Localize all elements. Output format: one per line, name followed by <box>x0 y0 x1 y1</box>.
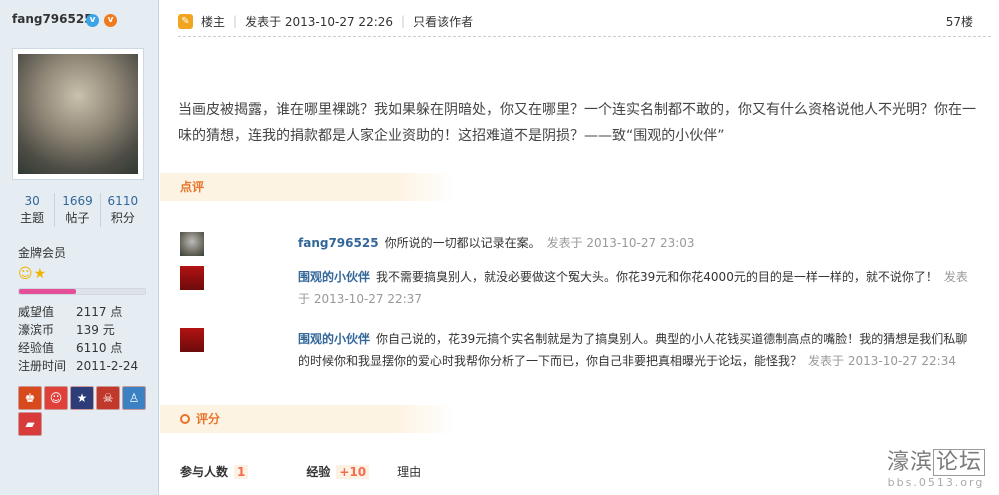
medal-1-icon[interactable]: ♚ <box>18 386 42 410</box>
comment-time: 发表于 2013-10-27 23:03 <box>546 236 695 250</box>
vip-icon[interactable]: v <box>104 14 117 27</box>
stat-topics[interactable]: 30 主题 <box>10 193 56 227</box>
watermark-name: 濠滨 <box>886 450 933 475</box>
info-value: 2011-2-24 <box>76 359 139 373</box>
medal-list: ♚ ☺ ★ ☠ ♙ ▰ <box>18 386 150 436</box>
comment-text: 围观的小伙伴 你自己说的，花39元搞个实名制就是为了搞臭别人。典型的小人花钱买道德… <box>298 328 969 372</box>
stat-points[interactable]: 6110 积分 <box>101 193 145 227</box>
floor-number[interactable]: 57楼 <box>946 13 973 30</box>
info-value: 6110 点 <box>76 341 123 355</box>
medal-2-icon[interactable]: ☺ <box>44 386 68 410</box>
watermark-url: bbs.0513.org <box>887 476 985 489</box>
comment-text: 围观的小伙伴 我不需要搞臭别人，就没必要做这个冤大头。你花39元和你花4000元的… <box>298 266 969 310</box>
info-key: 注册时间 <box>18 359 67 373</box>
medal-3-icon[interactable]: ★ <box>70 386 94 410</box>
avatar-image <box>18 54 138 174</box>
comment-author[interactable]: 围观的小伙伴 <box>298 332 370 346</box>
stat-points-value[interactable]: 6110 <box>101 193 145 209</box>
rank-stars-icon: ☺★ <box>18 266 48 282</box>
stat-topics-label: 主题 <box>20 211 45 225</box>
post-header: ✎ 楼主 | 发表于 2013-10-27 22:26 | 只看该作者 57楼 <box>178 10 973 32</box>
participants-count[interactable]: 1 <box>234 464 249 479</box>
comment-avatar[interactable] <box>180 266 204 290</box>
verified-icon[interactable]: v <box>86 14 99 27</box>
author-tag: 楼主 <box>201 14 226 29</box>
author-username[interactable]: fang796525 <box>12 12 93 26</box>
divider: | <box>233 14 238 28</box>
medal-6-icon[interactable]: ▰ <box>18 412 42 436</box>
author-stats: 30 主题 1669 帖子 6110 积分 <box>10 193 145 227</box>
stat-posts-label: 帖子 <box>65 211 90 225</box>
exp-value: +10 <box>336 464 370 479</box>
comment-avatar[interactable] <box>180 232 204 256</box>
stat-points-label: 积分 <box>110 211 135 225</box>
comment-time: 发表于 2013-10-27 22:34 <box>808 354 956 368</box>
info-key: 经验值 <box>18 341 55 355</box>
rating-table-header: 参与人数 1 经验 +10 理由 <box>180 463 421 480</box>
post-time: 发表于 2013-10-27 22:26 <box>245 14 394 29</box>
participants-label: 参与人数 <box>180 465 229 479</box>
post-content: 当画皮被揭露，谁在哪里裸跳？我如果躲在阴暗处，你又在哪里？一个连实名制都不敢的，… <box>178 102 976 144</box>
stat-topics-value[interactable]: 30 <box>10 193 54 209</box>
info-key: 濠滨币 <box>18 323 55 337</box>
watermark-box: 论坛 <box>933 449 986 476</box>
user-rank[interactable]: 金牌会员 <box>18 244 66 261</box>
user-info: 威望值 2117 点 濠滨币 139 元 经验值 6110 点 注册时间 201… <box>18 303 138 375</box>
reason-label: 理由 <box>397 465 422 479</box>
comment-body: 我不需要搞臭别人，就没必要做这个冤大头。你花39元和你花4000元的目的是一样一… <box>376 270 938 284</box>
rank-progress-bar <box>18 288 146 295</box>
info-key: 威望值 <box>18 305 55 319</box>
watermark-logo: 濠滨 论坛 <box>881 444 991 476</box>
info-value: 2117 点 <box>76 305 123 319</box>
info-row-coins: 濠滨币 139 元 <box>18 321 138 339</box>
post-main: ✎ 楼主 | 发表于 2013-10-27 22:26 | 只看该作者 57楼 … <box>160 0 999 495</box>
info-value: 139 元 <box>76 323 115 337</box>
info-row-prestige: 威望值 2117 点 <box>18 303 138 321</box>
rating-circle-icon <box>180 414 190 424</box>
only-author-link[interactable]: 只看该作者 <box>413 13 473 30</box>
stat-posts-value[interactable]: 1669 <box>55 193 99 209</box>
info-row-exp: 经验值 6110 点 <box>18 339 138 357</box>
author-avatar[interactable] <box>12 48 144 180</box>
comment-text: fang796525 你所说的一切都以记录在案。 发表于 2013-10-27 23… <box>298 232 969 254</box>
exp-label: 经验 <box>306 465 331 479</box>
rating-section-title: 评分 <box>160 405 455 433</box>
site-watermark: 濠滨 论坛 bbs.0513.org <box>881 444 991 489</box>
info-row-registered: 注册时间 2011-2-24 <box>18 357 138 375</box>
comment-author[interactable]: 围观的小伙伴 <box>298 270 370 284</box>
header-divider <box>178 36 991 37</box>
divider: | <box>401 14 406 28</box>
comment-body: 你所说的一切都以记录在案。 <box>384 236 541 250</box>
comment-avatar[interactable] <box>180 328 204 352</box>
rating-title: 评分 <box>196 412 221 426</box>
stat-posts[interactable]: 1669 帖子 <box>55 193 101 227</box>
rank-progress-fill <box>19 289 76 294</box>
comments-section-title: 点评 <box>160 173 455 201</box>
medal-4-icon[interactable]: ☠ <box>96 386 120 410</box>
medal-5-icon[interactable]: ♙ <box>122 386 146 410</box>
author-tag-icon: ✎ <box>178 13 193 29</box>
author-sidebar: fang796525 v v 30 主题 1669 帖子 6110 积分 金牌会… <box>0 0 159 495</box>
comment-author[interactable]: fang796525 <box>298 236 379 250</box>
